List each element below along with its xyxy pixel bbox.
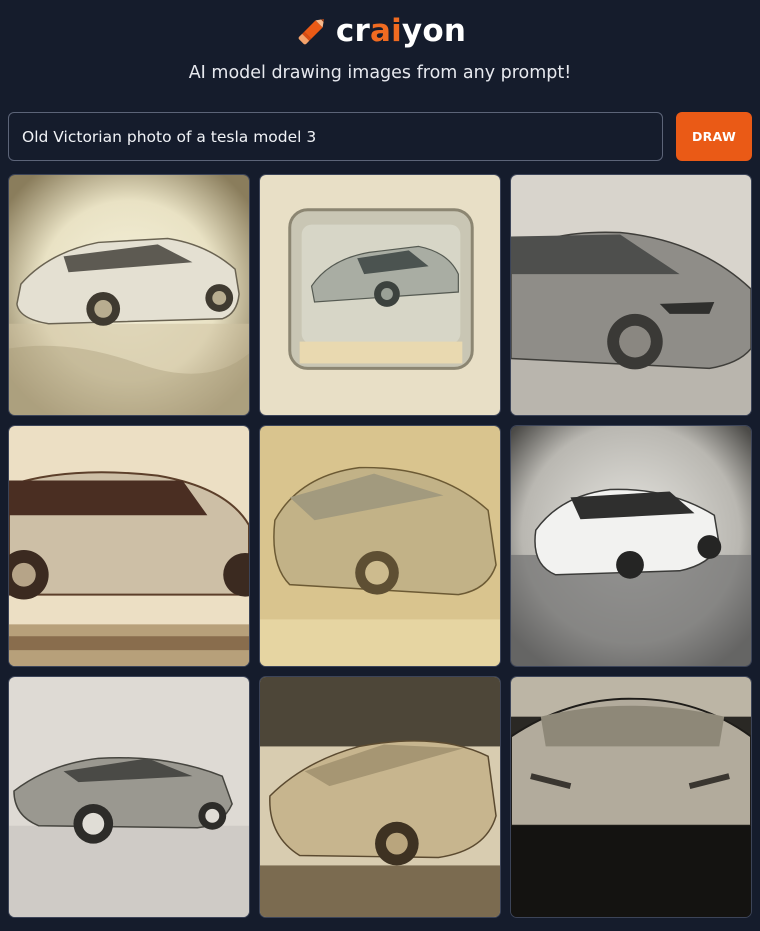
result-image-9[interactable]	[510, 676, 752, 918]
results-grid	[8, 174, 752, 918]
pencil-icon	[298, 18, 324, 45]
logo[interactable]: craiyon	[0, 10, 760, 52]
tagline: AI model drawing images from any prompt!	[188, 63, 572, 83]
logo-prefix: cr	[335, 13, 370, 49]
result-image-2[interactable]	[259, 174, 501, 416]
result-image-5[interactable]	[259, 425, 501, 667]
result-image-7[interactable]	[8, 676, 250, 918]
craiyon-page: craiyon AI model drawing images from any…	[0, 0, 760, 931]
prompt-input[interactable]	[8, 112, 663, 161]
result-image-3[interactable]	[510, 174, 752, 416]
result-image-4[interactable]	[8, 425, 250, 667]
logo-wordmark: craiyon	[336, 13, 466, 49]
result-image-6[interactable]	[510, 425, 752, 667]
logo-accent: ai	[369, 13, 402, 49]
result-image-1[interactable]	[8, 174, 250, 416]
draw-button[interactable]: DRAW	[676, 112, 752, 161]
logo-suffix: yon	[401, 13, 467, 49]
result-image-8[interactable]	[259, 676, 501, 918]
